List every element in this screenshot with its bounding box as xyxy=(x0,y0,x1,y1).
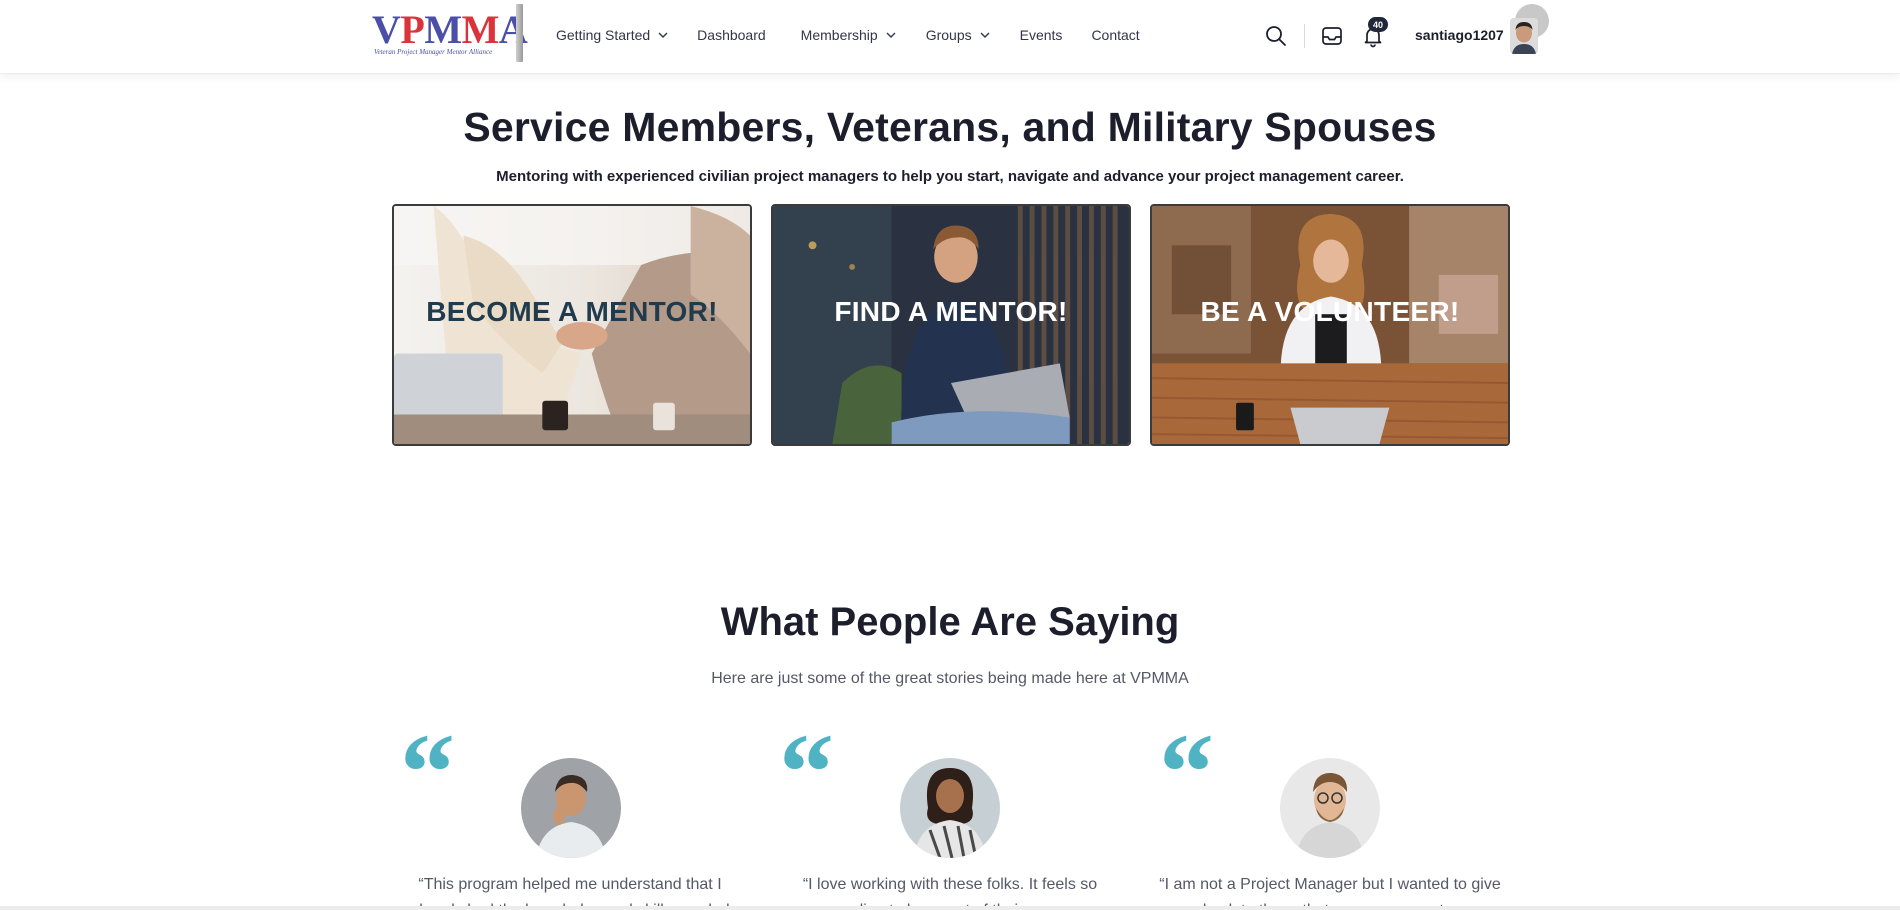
nav-groups[interactable]: Groups xyxy=(926,27,991,43)
testimonial-text-3: “I am not a Project Manager but I wanted… xyxy=(1159,876,1501,910)
chevron-down-icon xyxy=(658,32,668,38)
testimonial-photo-2 xyxy=(900,758,1000,858)
logo-tagline: Veteran Project Manager Mentor Alliance xyxy=(374,48,493,56)
volunteer-card[interactable]: BE A VOLUNTEER! xyxy=(1150,204,1510,446)
notification-badge: 40 xyxy=(1368,17,1388,32)
nav-contact[interactable]: Contact xyxy=(1091,27,1139,43)
search-icon[interactable] xyxy=(1264,24,1288,48)
become-mentor-card[interactable]: BECOME A MENTOR! xyxy=(392,204,752,446)
quote-icon: “ xyxy=(779,722,834,782)
testimonial-photo-3 xyxy=(1280,758,1380,858)
become-mentor-label: BECOME A MENTOR! xyxy=(426,296,718,327)
logo-divider-bar xyxy=(516,4,523,62)
hero-title: Service Members, Veterans, and Military … xyxy=(463,104,1437,150)
testimonials-subtitle: Here are just some of the great stories … xyxy=(711,670,1189,687)
find-mentor-card[interactable]: FIND A MENTOR! xyxy=(771,204,1131,446)
nav-label: Getting Started xyxy=(556,27,651,43)
testimonials-title: What People Are Saying xyxy=(720,600,1180,644)
find-mentor-label: FIND A MENTOR! xyxy=(834,296,1068,327)
logo-wordmark: VPMMA xyxy=(372,7,528,52)
nav-label: Groups xyxy=(925,27,972,43)
main-nav: Getting Started Dashboard Membership Gro… xyxy=(556,0,1140,70)
testimonial-text-1: “This program helped me understand that … xyxy=(410,876,729,910)
viewport-bottom-edge xyxy=(0,906,1900,910)
testimonial-text-2: “I love working with these folks. It fee… xyxy=(802,876,1098,910)
testimonial-portrait xyxy=(1280,758,1380,858)
nav-label: Membership xyxy=(800,27,878,43)
vpmma-logo[interactable]: VPMMA Veteran Project Manager Mentor All… xyxy=(372,4,528,62)
quote-icon: “ xyxy=(1159,722,1214,782)
nav-label: Contact xyxy=(1091,27,1140,43)
username[interactable]: santiago1207 xyxy=(1415,27,1504,43)
nav-membership[interactable]: Membership xyxy=(801,27,897,43)
avatar[interactable] xyxy=(1510,18,1538,54)
chevron-down-icon xyxy=(980,32,990,38)
testimonial-portrait xyxy=(521,758,621,858)
inbox-icon[interactable] xyxy=(1320,24,1344,48)
nav-label: Dashboard xyxy=(697,27,766,43)
volunteer-label: BE A VOLUNTEER! xyxy=(1200,296,1460,327)
nav-dashboard[interactable]: Dashboard xyxy=(697,27,766,43)
user-avatar-image xyxy=(1510,18,1538,54)
hero-subtitle: Mentoring with experienced civilian proj… xyxy=(496,168,1404,185)
testimonial-portrait xyxy=(900,758,1000,858)
quote-icon: “ xyxy=(400,722,455,782)
chevron-down-icon xyxy=(886,32,896,38)
nav-label: Events xyxy=(1019,27,1063,43)
testimonial-photo-1 xyxy=(521,758,621,858)
nav-events[interactable]: Events xyxy=(1020,27,1063,43)
header-divider xyxy=(1304,24,1305,48)
site-header: VPMMA Veteran Project Manager Mentor All… xyxy=(0,0,1900,74)
nav-getting-started[interactable]: Getting Started xyxy=(556,27,669,43)
